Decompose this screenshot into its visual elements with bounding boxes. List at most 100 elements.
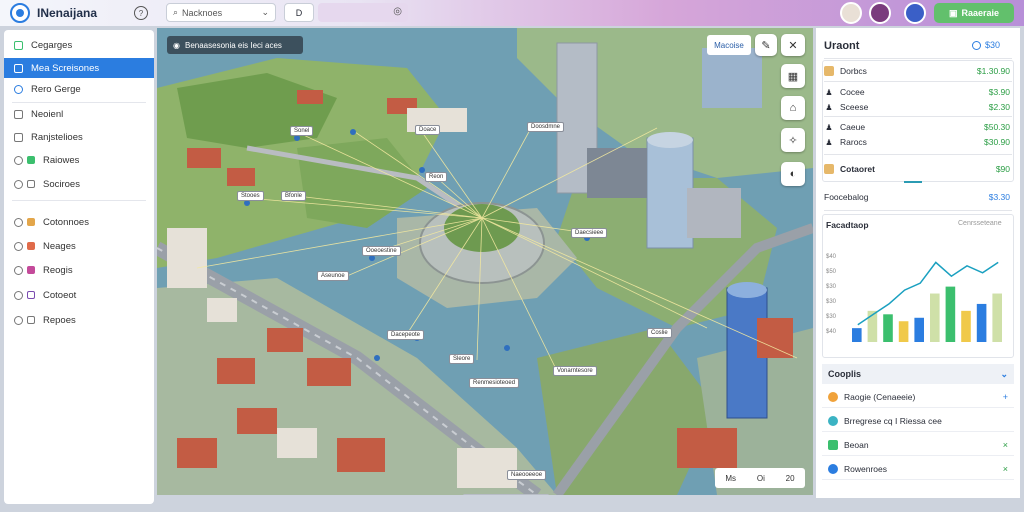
secondary-label: Foocebalog (824, 192, 869, 202)
sidebar-item-9[interactable]: Reogis (4, 260, 154, 280)
help-icon[interactable]: ? (134, 6, 148, 20)
map-label[interactable]: Dacepeote (387, 330, 425, 340)
map-label[interactable]: Doace (415, 125, 441, 135)
sidebar-item-7[interactable]: Cotonnoes (4, 212, 154, 232)
add-icon[interactable]: + (1003, 392, 1008, 402)
pin-icon[interactable]: ✎ (755, 34, 777, 56)
map-label[interactable]: Aseunoe (317, 271, 349, 281)
value-row[interactable]: Dorbcs $1.30.90 (824, 62, 1010, 80)
expand-icon[interactable]: ⌄ (1000, 369, 1008, 380)
green-tag-icon (27, 156, 35, 164)
notifications-icon[interactable] (869, 2, 891, 24)
globe-icon (828, 463, 838, 474)
value-row-amount: $1.30.90 (976, 66, 1010, 76)
map-canvas[interactable] (157, 28, 813, 495)
value-row[interactable]: ♟ Rarocs $30.90 (824, 133, 1010, 151)
chart-bar[interactable] (852, 328, 862, 342)
map-label[interactable]: Naeooeeoe (507, 470, 547, 480)
map-label[interactable]: Reon (425, 172, 448, 182)
lower-row[interactable]: Beoan × (822, 434, 1014, 456)
lower-row-label: Raogie (Cenaeeie) (844, 391, 916, 402)
settings-icon[interactable]: ◎ (393, 6, 402, 17)
info-icon (971, 40, 981, 50)
chart-bar[interactable] (961, 310, 971, 342)
zoom-reset-button[interactable]: Oi (757, 474, 765, 483)
lower-row[interactable]: Brregrese cq I Riessa cee (822, 410, 1014, 432)
value-row[interactable]: ♟ Sceese $2.30 (824, 98, 1010, 116)
chart-bar[interactable] (898, 321, 909, 342)
sidebar-item-4[interactable]: Ranjstelioes (4, 127, 154, 147)
sidebar-item-0[interactable]: Cegarges (4, 35, 154, 55)
sidebar-item-2[interactable]: Rero Gerge (4, 79, 154, 99)
compass-icon[interactable]: ✧ (781, 128, 805, 152)
sidebar-item-10[interactable]: Cotoeot (4, 285, 154, 305)
map-label[interactable]: Sleore (449, 354, 475, 364)
map-zoom-control[interactable]: Ms Oi 20 (715, 468, 805, 488)
sidebar-item-label: Neoienl (31, 108, 64, 120)
summary-row[interactable]: Cotaoret $90 (824, 160, 1010, 178)
primary-action-button[interactable]: ▣ Raaeraie (934, 3, 1014, 23)
sidebar-item-8[interactable]: Neages (4, 236, 154, 256)
chart-bar[interactable] (992, 293, 1002, 342)
summary-label: Cotaoret (840, 164, 875, 174)
sidebar-item-3[interactable]: Neoienl (4, 104, 154, 124)
square-icon (14, 132, 23, 142)
lower-row-label: Rowenroes (844, 463, 887, 474)
layers-icon[interactable]: ▦ (781, 64, 805, 88)
sidebar: Cegarges Mea Screisones Rero Gerge Neoie… (4, 30, 154, 504)
chart-canvas[interactable]: $40 $50 $30 $30 $30 $40 (824, 248, 1010, 352)
red-tag-icon (27, 242, 35, 250)
orange-tag-icon (27, 218, 35, 226)
chart-bar[interactable] (914, 317, 924, 342)
filter-bar[interactable]: ◎ (318, 3, 408, 22)
secondary-amount: $3.30 (988, 192, 1010, 202)
progress-indicator (904, 181, 922, 183)
map-label[interactable]: Doosdmne (527, 122, 565, 132)
close-icon[interactable]: × (1003, 440, 1008, 450)
lower-row-label: Beoan (844, 439, 869, 450)
search-input[interactable]: ⌕ Nacknoes ⌄ (166, 3, 276, 22)
map-label[interactable]: Sonel (290, 126, 314, 136)
sidebar-item-5[interactable]: Raiowes (4, 150, 154, 170)
chart-bar[interactable] (976, 303, 987, 342)
right-panel: Uraont $30 Dorbcs $1.30.90 ♟ Cocee $3.90… (816, 28, 1020, 498)
lower-section-header: Cooplis ⌄ (822, 364, 1014, 384)
map-label[interactable]: Daecsieee (571, 228, 608, 238)
account-icon[interactable] (904, 2, 926, 24)
map-label[interactable]: Stooes (237, 191, 264, 201)
map-label[interactable]: Coslie (647, 328, 672, 338)
close-icon[interactable]: × (1003, 464, 1008, 474)
zoom-out-button[interactable]: Ms (725, 474, 736, 483)
circle-icon (14, 315, 23, 325)
sidebar-item-1[interactable]: Mea Screisones (4, 58, 154, 78)
circle-icon (14, 290, 23, 300)
y-tick-label: $40 (826, 254, 837, 260)
lower-row[interactable]: Raogie (Cenaeeie) + (822, 386, 1014, 408)
secondary-row[interactable]: Foocebalog $3.30 (824, 188, 1010, 206)
sidebar-item-6[interactable]: Sociroes (4, 174, 154, 194)
y-tick-label: $30 (826, 299, 837, 305)
filter-select[interactable]: D (284, 3, 314, 22)
map-label[interactable]: Bfonle (281, 191, 307, 201)
map-label[interactable]: Vonarntesore (553, 366, 597, 376)
value-row-label: Dorbcs (840, 66, 867, 76)
pink-tag-icon (27, 266, 35, 274)
chart-bar[interactable] (945, 286, 956, 342)
building-icon[interactable]: ⌂ (781, 96, 805, 120)
locate-icon[interactable]: ◐ (781, 162, 805, 186)
y-tick-label: $30 (826, 314, 837, 320)
map-view[interactable]: Sonel Doace Doosdmne Bfonle Stooes Reon … (157, 28, 813, 495)
chart-bar[interactable] (930, 293, 940, 342)
value-row-amount: $3.90 (988, 87, 1010, 97)
user-avatar[interactable] (840, 2, 862, 24)
close-icon[interactable]: ✕ (781, 34, 805, 56)
sidebar-item-11[interactable]: Repoes (4, 310, 154, 330)
chart-bar[interactable] (883, 314, 893, 342)
map-layer-button[interactable]: Macoise (707, 35, 751, 55)
map-label[interactable]: Renmesioteoed (469, 378, 520, 388)
lower-row[interactable]: Rowenroes × (822, 458, 1014, 480)
map-scrollbar[interactable] (463, 494, 549, 495)
map-banner[interactable]: ◉ Benaasesonia eis Ieci aces (167, 36, 303, 54)
map-label[interactable]: Ooeoestine (362, 246, 401, 256)
flame-icon (828, 391, 838, 402)
